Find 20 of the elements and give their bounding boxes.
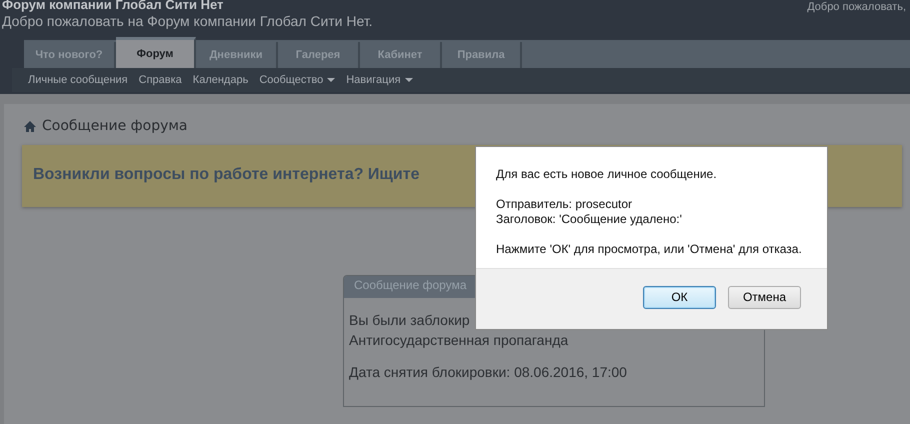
message-text: Вы были заблокир xyxy=(348,311,471,330)
nav-link[interactable]: Личные сообщения xyxy=(28,74,128,86)
nav-link[interactable]: Справка xyxy=(138,74,182,86)
breadcrumb-link[interactable]: Сообщение форума xyxy=(42,118,188,134)
welcome-text: Добро пожаловать на Форум компании Глобал Сити Нет. xyxy=(2,13,373,29)
ok-button[interactable]: ОК xyxy=(643,286,716,308)
caret-icon xyxy=(404,78,413,82)
nav-tab[interactable]: Форум xyxy=(116,37,196,68)
message-text: Антигосударственная пропаганда xyxy=(348,331,570,350)
menu-link[interactable]: Навигация xyxy=(346,74,413,86)
caret-icon xyxy=(327,78,336,82)
dialog-text: Для вас есть новое личное сообщение. xyxy=(496,167,718,182)
user-greeting: Добро пожаловать, xyxy=(807,1,906,13)
dialog-text: Нажмите 'ОК' для просмотра, или 'Отмена' для отказа. xyxy=(496,242,803,257)
home-icon[interactable] xyxy=(24,120,36,132)
cancel-button[interactable]: Отмена xyxy=(728,286,801,308)
nav-link[interactable]: Календарь xyxy=(192,74,248,86)
dialog-text: Заголовок: 'Сообщение удалено:' xyxy=(496,212,683,227)
menu-link[interactable]: Сообщество xyxy=(259,74,336,86)
message-text: Дата снятия блокировки: 08.06.2016, 17:00 xyxy=(348,363,628,382)
